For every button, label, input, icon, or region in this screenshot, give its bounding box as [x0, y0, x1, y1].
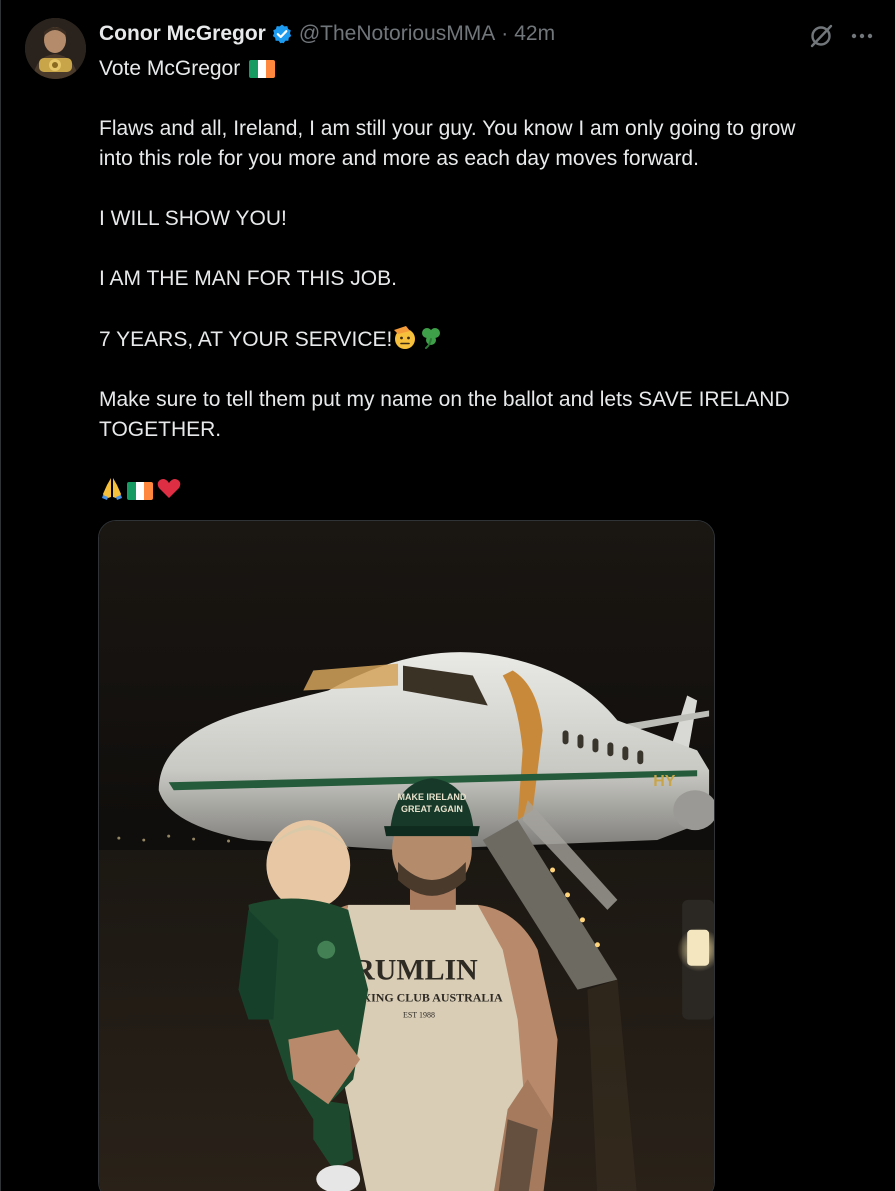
hat-text-bottom: GREAT AGAIN [401, 804, 463, 814]
tweet-line [99, 475, 869, 506]
shirt-text-est: EST 1988 [403, 1011, 435, 1020]
author-handle[interactable]: @TheNotoriousMMA [299, 22, 495, 46]
tweet-line: I AM THE MAN FOR THIS JOB. [99, 267, 397, 290]
plane-tail-text: HY [653, 773, 676, 790]
ireland-flag-icon [127, 482, 153, 500]
verified-badge-icon [271, 23, 293, 45]
shirt-text-sub: OXING CLUB AUSTRALIA [353, 991, 503, 1005]
author-name[interactable]: Conor McGregor [99, 22, 266, 46]
tweet-line: into this role for you more and more as … [99, 147, 699, 170]
folded-hands-icon [99, 475, 125, 501]
tweet-header: Conor McGregor @TheNotoriousMMA · 42m [99, 20, 555, 48]
timestamp[interactable]: 42m [514, 22, 555, 46]
tweet-photo[interactable]: HY RUMLIN OXING CLUB AUSTRALIA EST 1988 … [98, 520, 715, 1191]
shirt-text-main: RUMLIN [353, 954, 478, 987]
hat-text-top: MAKE IRELAND [398, 792, 467, 802]
tweet-line: Vote McGregor [99, 54, 869, 84]
tweet-line: TOGETHER. [99, 418, 222, 441]
tweet-line: I WILL SHOW YOU! [99, 207, 287, 230]
more-options-icon[interactable] [849, 24, 875, 48]
red-heart-icon [156, 475, 182, 501]
tweet[interactable]: Conor McGregor @TheNotoriousMMA · 42m Vo… [0, 0, 895, 1191]
shamrock-icon [418, 324, 444, 350]
tweet-line: Make sure to tell them put my name on th… [99, 388, 790, 411]
separator-dot: · [501, 22, 509, 45]
tweet-line: Flaws and all, Ireland, I am still your … [99, 117, 796, 140]
grok-icon[interactable] [807, 22, 835, 50]
tweet-line: 7 YEARS, AT YOUR SERVICE! [99, 324, 869, 355]
saluting-face-icon [392, 324, 418, 350]
avatar[interactable] [25, 18, 86, 79]
tweet-text: Vote McGregor Flaws and all, Ireland, I … [99, 54, 869, 506]
ireland-flag-icon [249, 60, 276, 78]
